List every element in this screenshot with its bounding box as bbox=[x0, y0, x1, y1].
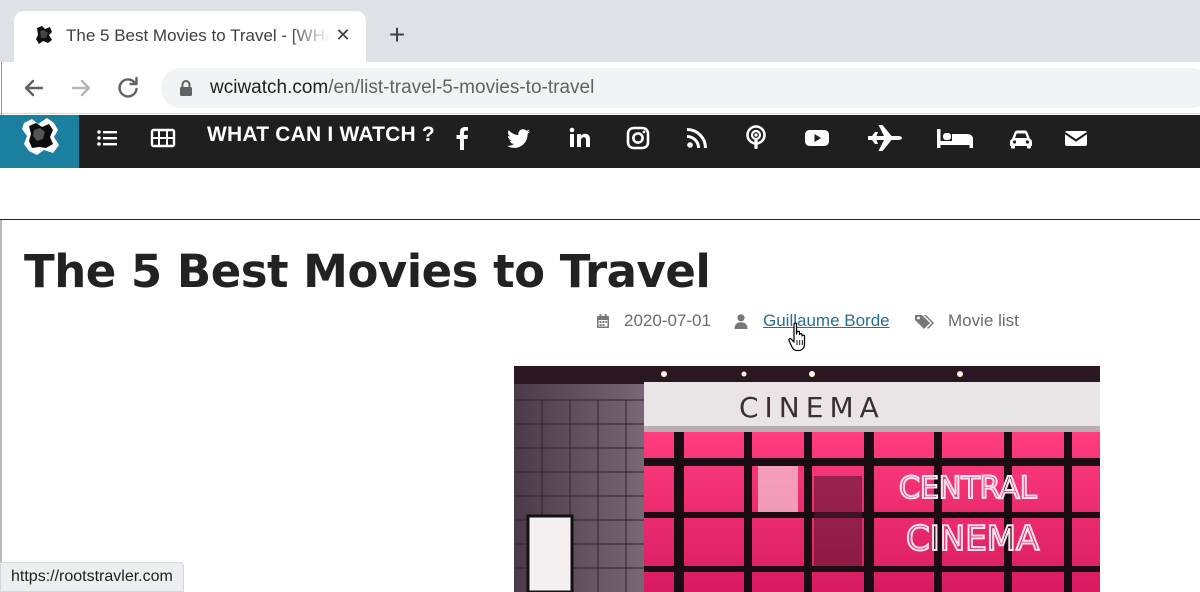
forward-icon[interactable] bbox=[67, 74, 95, 102]
new-tab-icon[interactable]: + bbox=[383, 21, 411, 49]
bed-icon[interactable] bbox=[935, 123, 975, 153]
site-logo[interactable] bbox=[0, 115, 79, 168]
tags-icon bbox=[915, 315, 934, 329]
browser-toolbar: wciwatch.com/en/list-travel-5-movies-to-… bbox=[0, 62, 1200, 114]
youtube-icon[interactable] bbox=[802, 123, 832, 153]
url-text[interactable]: wciwatch.com/en/list-travel-5-movies-to-… bbox=[210, 77, 594, 99]
linkedin-icon[interactable] bbox=[565, 123, 595, 153]
twitter-icon[interactable] bbox=[504, 123, 534, 153]
address-bar[interactable]: wciwatch.com/en/list-travel-5-movies-to-… bbox=[161, 68, 1200, 108]
neon-text-central: CENTRAL bbox=[899, 471, 1037, 506]
mail-icon[interactable] bbox=[1061, 123, 1091, 153]
user-icon bbox=[734, 314, 748, 329]
facebook-icon[interactable] bbox=[447, 123, 477, 153]
car-icon[interactable] bbox=[1006, 123, 1036, 153]
tab-strip: The 5 Best Movies to Travel - [WHAT CAN … bbox=[0, 0, 1200, 62]
window-edge bbox=[1, 62, 2, 115]
back-icon[interactable] bbox=[20, 74, 48, 102]
status-bar-link-preview: https://rootstravler.com bbox=[0, 562, 184, 592]
reload-icon[interactable] bbox=[114, 74, 142, 102]
site-title[interactable]: WHAT CAN I WATCH ? bbox=[207, 123, 435, 147]
site-favicon-icon bbox=[34, 25, 54, 45]
tab-title: The 5 Best Movies to Travel - [WHAT CAN … bbox=[66, 26, 330, 45]
logo-icon bbox=[22, 118, 59, 155]
site-navbar: WHAT CAN I WATCH ? bbox=[0, 115, 1200, 168]
plane-icon[interactable] bbox=[866, 123, 904, 153]
list-icon[interactable] bbox=[92, 123, 122, 153]
article-title: The 5 Best Movies to Travel bbox=[24, 245, 711, 298]
author-name[interactable]: Guillaume Borde bbox=[763, 311, 890, 330]
author-link[interactable]: Guillaume Borde bbox=[763, 310, 890, 332]
article-category[interactable]: Movie list bbox=[948, 310, 1019, 332]
url-host: wciwatch.com bbox=[210, 77, 329, 98]
neon-text-cinema: CINEMA bbox=[906, 519, 1039, 559]
cinema-sign-text: CINEMA bbox=[739, 391, 885, 424]
article-date: 2020-07-01 bbox=[624, 311, 711, 330]
url-path: /en/list-travel-5-movies-to-travel bbox=[328, 77, 595, 98]
calendar-icon bbox=[597, 314, 609, 328]
divider bbox=[0, 219, 1200, 220]
hand-cursor-icon bbox=[788, 322, 806, 352]
window-edge bbox=[0, 220, 2, 592]
rss-icon[interactable] bbox=[682, 123, 712, 153]
podcast-icon[interactable] bbox=[741, 123, 771, 153]
film-icon[interactable] bbox=[148, 123, 178, 153]
browser-tab[interactable]: The 5 Best Movies to Travel - [WHAT CAN … bbox=[14, 11, 366, 62]
article-hero-image: CINEMA CENTRAL CINEMA bbox=[514, 366, 1100, 592]
lock-icon[interactable] bbox=[179, 80, 193, 96]
tab-close-icon[interactable]: ✕ bbox=[332, 24, 354, 46]
instagram-icon[interactable] bbox=[623, 123, 653, 153]
